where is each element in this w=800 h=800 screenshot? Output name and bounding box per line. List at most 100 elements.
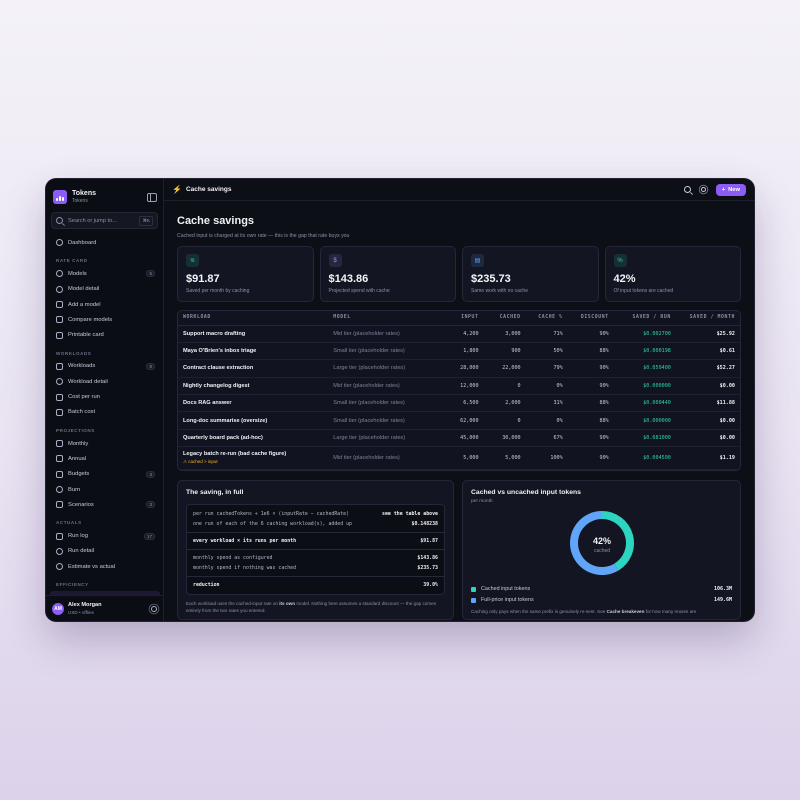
sidebar-item-label: Run detail <box>68 548 95 555</box>
stat-value: $235.73 <box>471 273 511 285</box>
nav-section-title: RATE CARD <box>56 258 88 264</box>
sidebar-toggle-icon[interactable] <box>147 192 157 202</box>
sidebar-item-annual[interactable]: Annual <box>46 451 163 466</box>
count-badge: 8 <box>146 362 155 370</box>
cache-percent: 100% <box>525 446 568 471</box>
saved-per-run: $0.000198 <box>613 342 676 361</box>
calc-line: monthly spend if nothing was cached $235.… <box>193 563 438 573</box>
nav-section-title: ACTUALS <box>56 520 82 526</box>
sidebar-item-label: Dashboard <box>68 239 97 246</box>
input-tokens: 6,500 <box>438 394 484 413</box>
sidebar-item-model-detail[interactable]: Model detail <box>46 282 163 297</box>
table-row[interactable]: Contract clause extraction Large tier (pl… <box>178 359 740 378</box>
table-row[interactable]: Maya O'Brien's inbox triage Small tier (p… <box>178 342 740 361</box>
cached-tokens: 30,000 <box>483 429 526 448</box>
saved-per-month: $0.00 <box>675 429 740 448</box>
sidebar-item-label: Compare models <box>68 316 113 323</box>
table-row[interactable]: Docs RAG answer Small tier (placeholder r… <box>178 394 740 413</box>
column-header-model[interactable]: MODEL <box>328 311 439 326</box>
brand-name: Tokens <box>72 190 96 197</box>
column-header-saved-run[interactable]: SAVED / RUN <box>613 311 676 326</box>
sidebar-item-workload-detail[interactable]: Workload detail <box>46 374 163 389</box>
cached-tokens: 3,000 <box>483 325 526 343</box>
input-tokens: 28,000 <box>438 359 484 378</box>
sidebar-item-dashboard[interactable]: Dashboard <box>46 235 163 250</box>
sidebar-item-scenarios[interactable]: Scenarios 3 <box>46 497 163 512</box>
sidebar-item-workloads[interactable]: Workloads 8 <box>46 359 163 374</box>
receipt-icon <box>56 393 63 401</box>
theme-toggle-icon[interactable] <box>151 605 157 612</box>
column-header-saved-month[interactable]: SAVED / MONTH <box>675 311 740 326</box>
table-row[interactable]: Quarterly board pack (ad-hoc) Large tier … <box>178 429 740 448</box>
sidebar-item-models[interactable]: Models 5 <box>46 266 163 281</box>
table-row[interactable]: Long-doc summarise (oversize) Small tier … <box>178 411 740 430</box>
saved-per-month: $0.00 <box>675 377 740 396</box>
column-header-discount[interactable]: DISCOUNT <box>567 311 614 326</box>
sidebar-item-run-log[interactable]: Run log 17 <box>46 528 163 543</box>
sidebar-item-label: Model detail <box>68 286 100 293</box>
search-icon[interactable] <box>683 186 691 193</box>
sidebar-item-add-a-model[interactable]: Add a model <box>46 297 163 312</box>
calc-line: one run of each of the 6 caching workloa… <box>193 519 438 529</box>
saved-per-month: $0.00 <box>675 411 740 430</box>
sidebar-item-run-detail[interactable]: Run detail <box>46 544 163 559</box>
workload-name: Quarterly board pack (ad-hoc) <box>178 429 329 448</box>
sidebar-item-compare-models[interactable]: Compare models <box>46 312 163 327</box>
workload-name: Legacy batch re-run (bad cache figure) ⚠ … <box>178 446 329 471</box>
sidebar-item-budgets[interactable]: Budgets 3 <box>46 467 163 482</box>
saved-per-run: $0.081000 <box>613 429 676 448</box>
workload-label: Contract clause extraction <box>183 365 254 372</box>
saving-breakdown-panel: The saving, in full per run cachedTokens… <box>177 480 454 621</box>
table-row[interactable]: Nightly changelog digest Mid tier (placeh… <box>178 377 740 396</box>
calc-line: monthly spend as configured $143.86 <box>193 553 438 563</box>
input-tokens: 62,000 <box>438 411 484 430</box>
table-row[interactable]: Support macro drafting Mid tier (placehol… <box>178 325 740 343</box>
calc-label: monthly spend as configured <box>193 555 273 562</box>
sidebar-item-cost-per-run[interactable]: Cost per run <box>46 389 163 404</box>
calc-label: per run cachedTokens ÷ 1e6 × (inputRate … <box>193 511 350 518</box>
cache-percent: 50% <box>525 342 568 361</box>
column-header-input[interactable]: INPUT <box>438 311 484 326</box>
donut-center-label: cached <box>593 548 609 554</box>
warning-note: ⚠ cached > input <box>183 459 218 465</box>
saved-per-month: $0.61 <box>675 342 740 361</box>
table-row[interactable]: Legacy batch re-run (bad cache figure) ⚠ … <box>178 446 740 471</box>
legend-value: 149.6M <box>713 597 732 604</box>
input-tokens: 12,000 <box>438 377 484 396</box>
search-icon <box>56 217 63 224</box>
column-header-workload[interactable]: WORKLOAD <box>178 311 329 326</box>
user-profile[interactable]: AM Alex Morgan USD • offline <box>46 595 163 621</box>
nav-section-title: EFFICIENCY <box>56 582 89 588</box>
calc-value: 39.0% <box>423 582 438 589</box>
count-badge: 3 <box>146 470 155 478</box>
calc-value: $0.148238 <box>411 521 439 528</box>
sidebar-item-monthly[interactable]: Monthly <box>46 436 163 451</box>
sidebar-item-burn[interactable]: Burn <box>46 482 163 497</box>
sidebar-item-label: Workloads <box>68 363 96 370</box>
sidebar-item-label: Printable card <box>68 332 104 339</box>
theme-icon[interactable] <box>700 187 706 192</box>
sidebar-search-input[interactable]: Search or jump to... ⌘K <box>51 212 158 229</box>
chart-legend: Cached input tokens 106.3M Full-price inpu… <box>471 586 732 603</box>
pulse-icon <box>56 563 63 571</box>
brand[interactable]: Tokens Tokens <box>46 179 163 207</box>
log-icon <box>56 532 63 540</box>
stat-cards: ≋ $91.87 Saved per month by caching $ $143.8… <box>177 246 741 302</box>
new-button[interactable]: + New <box>715 183 746 196</box>
sidebar-item-batch-cost[interactable]: Batch cost <box>46 405 163 420</box>
saved-per-run: $0.004500 <box>613 446 676 471</box>
sidebar-item-estimate-vs-actual[interactable]: Estimate vs actual <box>46 559 163 574</box>
workload-name: Long-doc summarise (oversize) <box>178 411 329 430</box>
calc-line: every workload × its runs per month $91.8… <box>193 536 438 546</box>
workload-label: Long-doc summarise (oversize) <box>183 417 268 424</box>
nav-section-title: WORKLOADS <box>56 350 92 356</box>
cached-tokens: 0 <box>483 411 526 430</box>
column-header-cached[interactable]: CACHED <box>483 311 526 326</box>
page-subtitle: Cached input is charged at its own rate … <box>177 233 350 239</box>
sidebar-item-printable-card[interactable]: Printable card <box>46 327 163 342</box>
plus-icon: + <box>721 186 726 193</box>
cache-percent: 31% <box>525 394 568 413</box>
column-header-cache[interactable]: CACHE % <box>525 311 568 326</box>
shortcut-badge: ⌘K <box>139 215 153 226</box>
divider <box>187 549 444 551</box>
